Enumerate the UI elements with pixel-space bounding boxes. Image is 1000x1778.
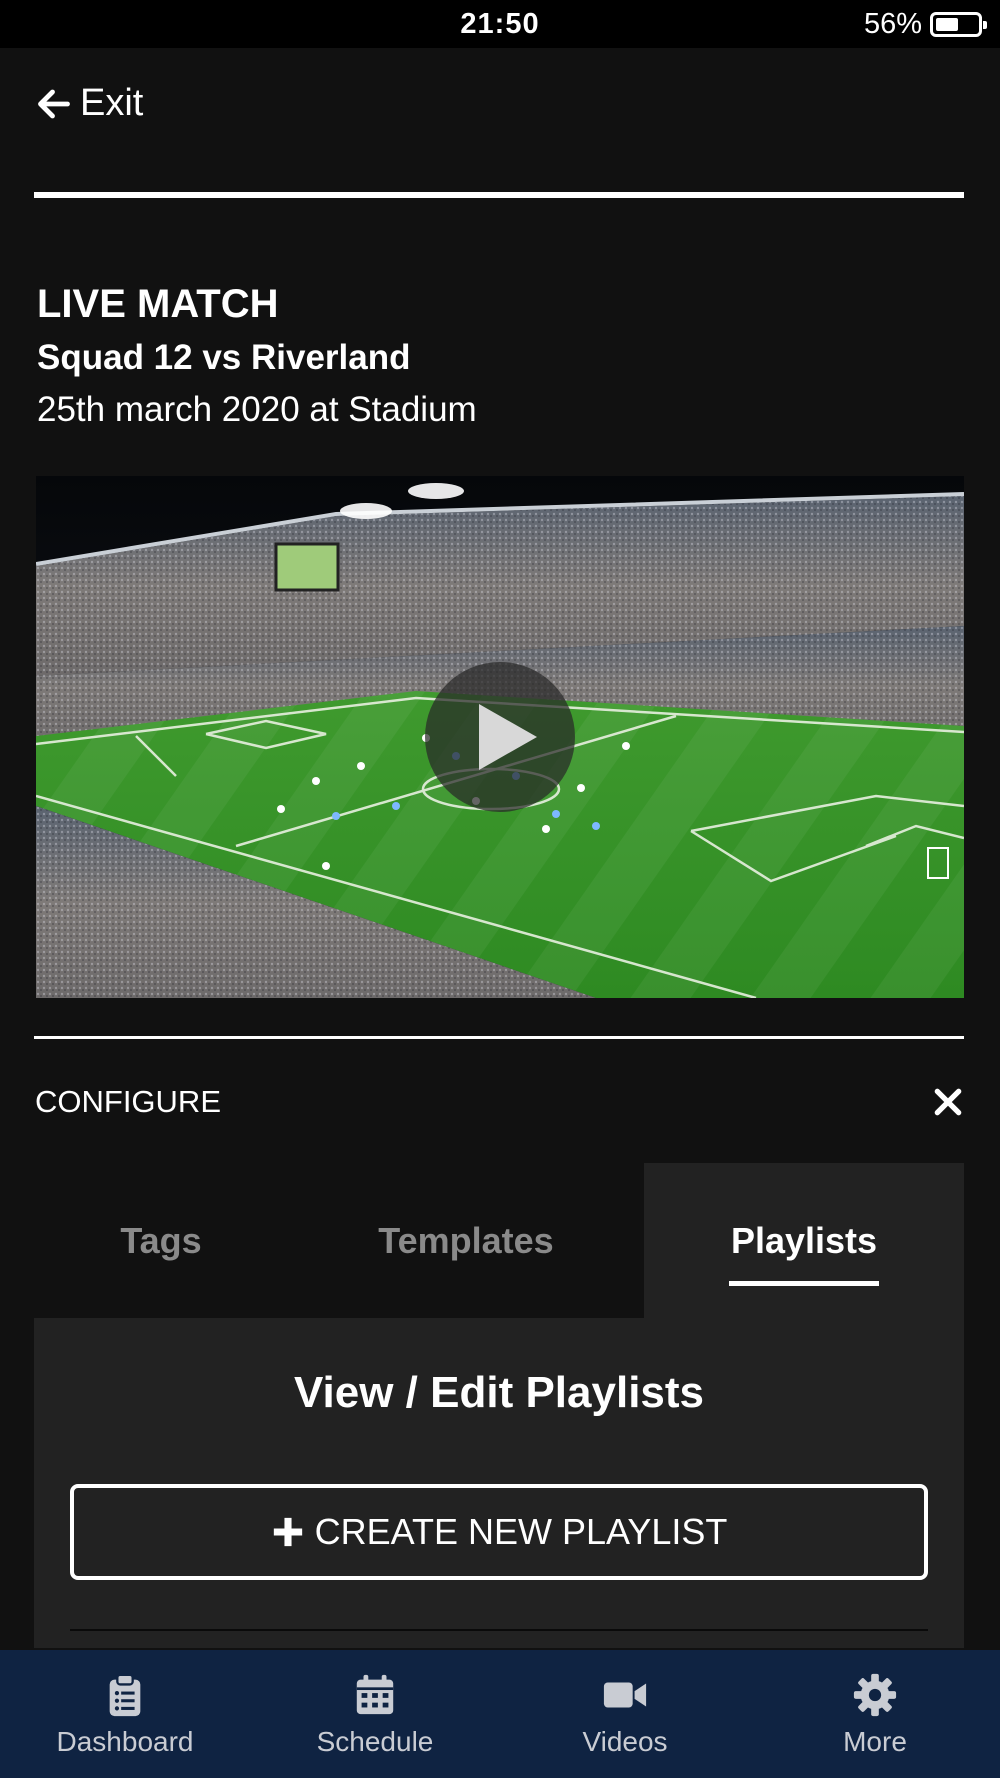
video-player[interactable] <box>36 476 964 998</box>
battery-icon <box>930 12 987 37</box>
nav-more-label: More <box>843 1726 907 1757</box>
video-divider <box>34 1036 964 1039</box>
create-playlist-label: CREATE NEW PLAYLIST <box>314 1511 728 1552</box>
nav-more[interactable]: More <box>750 1650 1000 1778</box>
battery-fill <box>936 18 959 31</box>
calendar-icon <box>356 1674 394 1715</box>
tab-tags[interactable]: Tags <box>34 1163 288 1319</box>
play-button[interactable] <box>425 662 575 812</box>
play-icon <box>479 704 537 770</box>
panel-divider <box>70 1629 928 1631</box>
match-title: Squad 12 vs Riverland <box>37 338 411 377</box>
gear-icon <box>853 1673 897 1717</box>
panel-title: View / Edit Playlists <box>293 1368 705 1417</box>
exit-button[interactable]: Exit <box>36 82 143 125</box>
video-camera-icon <box>603 1682 647 1708</box>
nav-schedule-label: Schedule <box>316 1726 434 1757</box>
active-tab-indicator <box>729 1281 879 1286</box>
nav-dashboard[interactable]: Dashboard <box>0 1650 250 1778</box>
create-new-playlist-button[interactable]: CREATE NEW PLAYLIST <box>70 1484 928 1580</box>
clipboard-icon <box>109 1673 141 1717</box>
arrow-left-icon <box>38 89 70 118</box>
configure-tabs: Tags Templates Playlists <box>34 1163 964 1319</box>
configure-label: CONFIGURE <box>35 1084 221 1119</box>
bottom-navigation: Dashboard Schedule Videos More <box>0 1650 1000 1778</box>
nav-videos-label: Videos <box>582 1726 668 1757</box>
close-icon[interactable] <box>932 1086 964 1118</box>
status-time: 21:50 <box>460 8 540 40</box>
status-bar: 21:50 56% <box>0 0 1000 48</box>
header-divider <box>34 192 964 198</box>
nav-dashboard-label: Dashboard <box>56 1726 194 1757</box>
tab-playlists[interactable]: Playlists <box>644 1163 964 1319</box>
tab-templates[interactable]: Templates <box>288 1163 644 1319</box>
plus-icon <box>273 1517 302 1547</box>
exit-label: Exit <box>80 82 144 124</box>
match-date-venue: 25th march 2020 at Stadium <box>37 390 477 429</box>
playlists-panel: View / Edit Playlists CREATE NEW PLAYLIS… <box>34 1318 964 1648</box>
nav-videos[interactable]: Videos <box>500 1650 750 1778</box>
battery-percentage: 56% <box>863 8 922 40</box>
live-match-badge: LIVE MATCH <box>37 282 279 326</box>
nav-schedule[interactable]: Schedule <box>250 1650 500 1778</box>
